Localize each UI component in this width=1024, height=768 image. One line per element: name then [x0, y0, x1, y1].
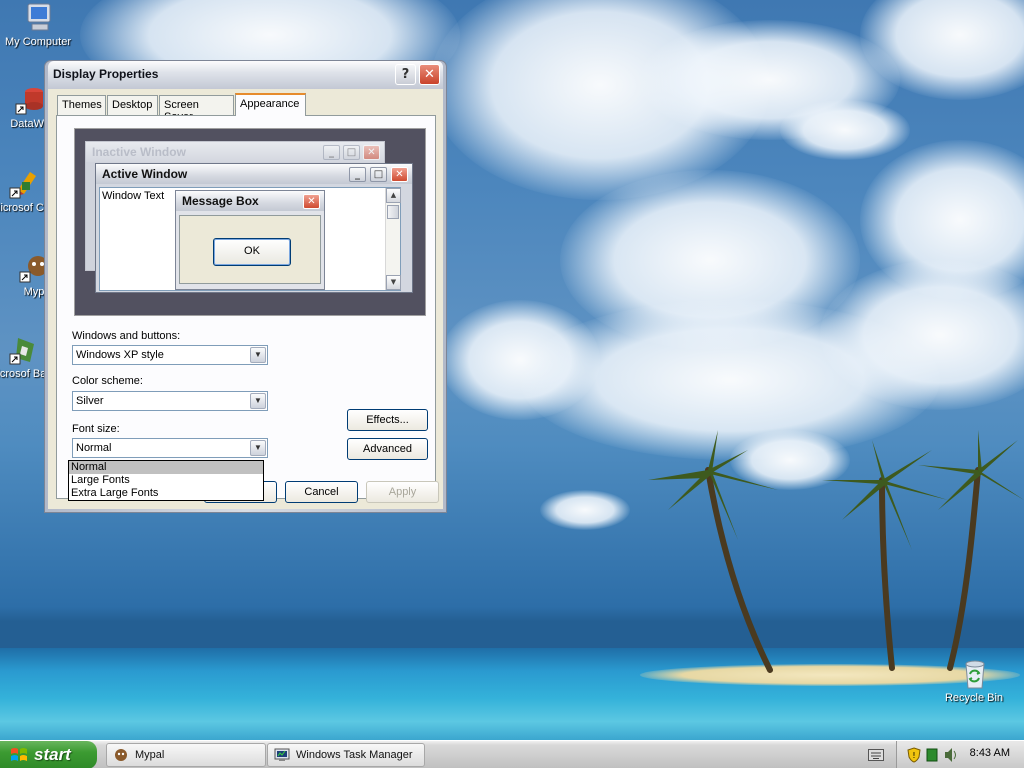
- preview-message-box: Message Box ✕ OK: [175, 190, 325, 290]
- palm-trees: [648, 430, 1024, 673]
- computer-icon: [22, 2, 54, 34]
- preview-ok-button: OK: [213, 238, 291, 266]
- preview-scrollbar: ▲ ▼: [385, 188, 401, 290]
- color-scheme-select[interactable]: Silver ▼: [72, 391, 268, 411]
- font-size-value: Normal: [76, 442, 112, 454]
- preview-inactive-title-text: Inactive Window: [92, 145, 186, 159]
- font-size-label: Font size:: [72, 423, 120, 435]
- close-icon: ✕: [424, 67, 435, 82]
- start-label: start: [34, 745, 71, 764]
- effects-button[interactable]: Effects...: [347, 409, 428, 431]
- windows-flag-icon: [11, 748, 27, 761]
- cancel-button[interactable]: Cancel: [285, 481, 358, 503]
- start-button[interactable]: start: [0, 741, 97, 768]
- advanced-button[interactable]: Advanced: [347, 438, 428, 460]
- windows-buttons-value: Windows XP style: [76, 349, 164, 361]
- chevron-down-icon[interactable]: ▼: [250, 393, 266, 409]
- scroll-up-icon: ▲: [386, 188, 401, 203]
- taskbar-item-label: Windows Task Manager: [296, 749, 413, 761]
- database-icon: [14, 84, 46, 116]
- preview-msgbox-title-text: Message Box: [182, 194, 259, 208]
- color-scheme-label: Color scheme:: [72, 375, 143, 387]
- network-icon[interactable]: [926, 748, 938, 762]
- taskbar-item-task-manager[interactable]: Windows Task Manager: [267, 743, 425, 767]
- maximize-icon: □: [343, 145, 360, 160]
- desktop-icon-label: My Computer: [4, 36, 72, 48]
- dialog-title-bar[interactable]: Display Properties ? ✕: [48, 61, 443, 89]
- preview-active-title: Active Window _ □ ✕: [96, 164, 412, 184]
- color-scheme-value: Silver: [76, 395, 104, 407]
- font-size-dropdown-list: Normal Large Fonts Extra Large Fonts: [68, 460, 264, 501]
- taskbar-item-label: Mypal: [135, 749, 165, 761]
- font-size-select[interactable]: Normal ▼: [72, 438, 268, 458]
- close-button[interactable]: ✕: [419, 64, 440, 85]
- preview-msgbox-body: OK: [179, 215, 321, 284]
- preview-inactive-title: Inactive Window _ □ ✕: [86, 142, 384, 162]
- windows-buttons-select[interactable]: Windows XP style ▼: [72, 345, 268, 365]
- tab-desktop[interactable]: Desktop: [107, 95, 158, 115]
- task-manager-icon: [274, 748, 290, 761]
- taskbar-item-mypal[interactable]: Mypal: [106, 743, 266, 767]
- close-icon: ✕: [303, 194, 320, 209]
- dialog-body: Themes Desktop Screen Saver Appearance I…: [48, 89, 443, 509]
- apply-button[interactable]: Apply: [366, 481, 439, 503]
- system-tray: ! 8:43 AM: [896, 741, 1024, 768]
- chevron-down-icon[interactable]: ▼: [250, 347, 266, 363]
- scroll-down-icon: ▼: [386, 275, 401, 290]
- appearance-preview: Inactive Window _ □ ✕ Active Window _ □ …: [74, 128, 426, 316]
- display-properties-dialog: Display Properties ? ✕ Themes Desktop Sc…: [44, 60, 447, 513]
- appearance-panel: Inactive Window _ □ ✕ Active Window _ □ …: [56, 115, 436, 499]
- dialog-title: Display Properties: [53, 67, 159, 81]
- font-size-option[interactable]: Extra Large Fonts: [69, 487, 263, 500]
- font-size-option[interactable]: Normal: [69, 461, 263, 474]
- desktop-icon-my-computer[interactable]: My Computer: [0, 2, 76, 48]
- font-size-option[interactable]: Large Fonts: [69, 474, 263, 487]
- scroll-thumb: [387, 205, 399, 219]
- chevron-down-icon[interactable]: ▼: [250, 440, 266, 456]
- security-shield-icon[interactable]: !: [907, 747, 921, 763]
- close-icon: ✕: [363, 145, 380, 160]
- recycle-bin-icon: [958, 658, 990, 690]
- desktop-icon-recycle-bin[interactable]: Recycle Bin: [936, 658, 1012, 704]
- help-button[interactable]: ?: [395, 64, 416, 85]
- minimize-icon: _: [349, 167, 366, 182]
- keyboard-icon[interactable]: [868, 749, 884, 761]
- preview-window-text: Window Text: [102, 190, 165, 202]
- clock[interactable]: 8:43 AM: [970, 747, 1010, 759]
- taskbar: start Mypal Windows Task Manager ! 8:43 …: [0, 740, 1024, 768]
- minimize-icon: _: [323, 145, 340, 160]
- tab-themes[interactable]: Themes: [57, 95, 106, 115]
- mypal-icon: [115, 749, 127, 761]
- tab-appearance[interactable]: Appearance: [235, 93, 306, 116]
- volume-icon[interactable]: [943, 747, 957, 763]
- close-icon: ✕: [391, 167, 408, 182]
- windows-buttons-label: Windows and buttons:: [72, 330, 181, 342]
- visual-basic-icon: [8, 334, 40, 366]
- tab-screen-saver[interactable]: Screen Saver: [159, 95, 234, 123]
- maximize-icon: □: [370, 167, 387, 182]
- svg-text:!: !: [912, 751, 915, 760]
- preview-active-title-text: Active Window: [102, 167, 188, 181]
- desktop-icon-label: Recycle Bin: [944, 692, 1004, 704]
- preview-msgbox-title: Message Box ✕: [176, 191, 324, 211]
- visual-cpp-icon: [8, 168, 40, 200]
